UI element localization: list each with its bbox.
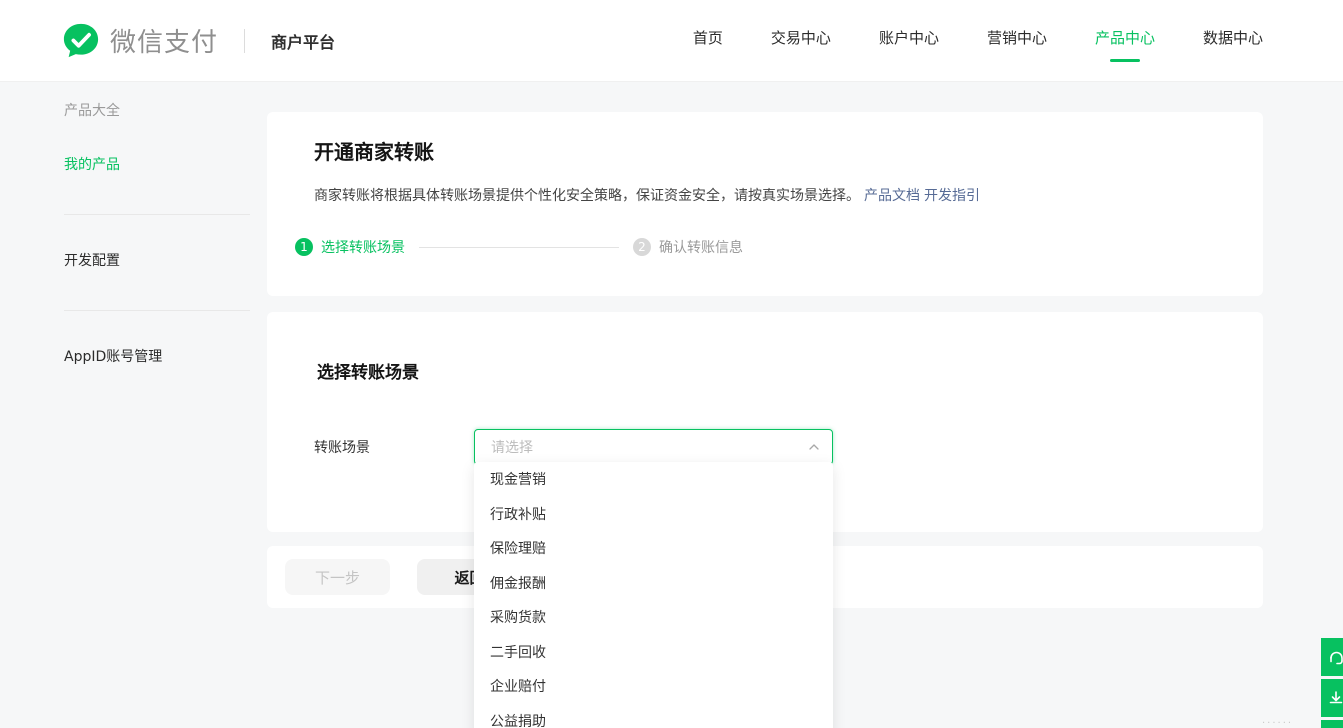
dropdown-option-admin-subsidy[interactable]: 行政补贴	[474, 497, 833, 532]
dev-guide-link[interactable]: 开发指引	[924, 188, 980, 204]
step-1-circle: 1	[295, 238, 313, 256]
dropdown-option-procurement[interactable]: 采购货款	[474, 600, 833, 635]
platform-title: 商户平台	[271, 29, 335, 53]
dropdown-option-commission[interactable]: 佣金报酬	[474, 566, 833, 601]
step-1-label: 选择转账场景	[321, 237, 405, 257]
scenario-form-row: 转账场景 请选择	[317, 429, 1263, 465]
step-2-label: 确认转账信息	[659, 237, 743, 257]
page-title: 开通商家转账	[314, 136, 1215, 165]
clipped-text-fragment: ......	[1262, 715, 1293, 726]
step-connector	[419, 247, 619, 248]
step-indicator: 1 选择转账场景 2 确认转账信息	[295, 237, 1215, 257]
product-doc-link[interactable]: 产品文档	[864, 188, 920, 204]
sidebar-item-my-products[interactable]: 我的产品	[64, 154, 250, 174]
side-nav: 产品大全 我的产品 开发配置 AppID账号管理	[64, 100, 250, 366]
next-step-button[interactable]: 下一步	[285, 559, 390, 595]
dropdown-option-enterprise-comp[interactable]: 企业赔付	[474, 669, 833, 704]
customer-service-button[interactable]	[1321, 638, 1343, 676]
nav-item-trade-center[interactable]: 交易中心	[771, 19, 831, 62]
wechat-pay-logo-icon	[62, 22, 100, 60]
step-2: 2 确认转账信息	[633, 237, 743, 257]
dropdown-option-secondhand[interactable]: 二手回收	[474, 635, 833, 670]
feedback-button[interactable]	[1321, 679, 1343, 717]
logo-wordmark: 微信支付	[110, 22, 218, 59]
panel-button[interactable]	[1321, 720, 1343, 728]
sidebar-item-appid-management[interactable]: AppID账号管理	[64, 346, 250, 366]
select-placeholder: 请选择	[491, 437, 808, 457]
intro-card: 开通商家转账 商家转账将根据具体转账场景提供个性化安全策略，保证资金安全，请按真…	[267, 112, 1263, 296]
scenario-dropdown: 现金营销 行政补贴 保险理赔 佣金报酬 采购货款 二手回收 企业赔付 公益捐助	[474, 462, 833, 728]
sidebar-divider	[64, 310, 250, 311]
nav-item-home[interactable]: 首页	[693, 19, 723, 62]
dropdown-option-insurance-claim[interactable]: 保险理赔	[474, 531, 833, 566]
scenario-field-label: 转账场景	[314, 437, 474, 457]
nav-item-account-center[interactable]: 账户中心	[879, 19, 939, 62]
form-heading: 选择转账场景	[317, 358, 1263, 383]
nav-item-marketing-center[interactable]: 营销中心	[987, 19, 1047, 62]
nav-item-data-center[interactable]: 数据中心	[1203, 19, 1263, 62]
dropdown-option-charity[interactable]: 公益捐助	[474, 704, 833, 728]
scenario-select[interactable]: 请选择	[474, 429, 833, 465]
customer-service-icon	[1327, 648, 1343, 666]
feedback-download-icon	[1327, 689, 1343, 707]
primary-nav: 首页 交易中心 账户中心 营销中心 产品中心 数据中心	[693, 19, 1263, 62]
sidebar-divider	[64, 214, 250, 215]
dropdown-option-cash-marketing[interactable]: 现金营销	[474, 462, 833, 497]
header-divider	[244, 29, 245, 53]
sidebar-item-dev-config[interactable]: 开发配置	[64, 250, 250, 270]
chevron-up-icon	[808, 441, 820, 453]
sidebar-item-product-catalog[interactable]: 产品大全	[64, 100, 250, 120]
nav-item-product-center[interactable]: 产品中心	[1095, 19, 1155, 62]
brand-logo[interactable]: 微信支付 商户平台	[62, 22, 335, 60]
description-text: 商家转账将根据具体转账场景提供个性化安全策略，保证资金安全，请按真实场景选择。	[314, 188, 860, 204]
step-1: 1 选择转账场景	[295, 237, 405, 257]
page-description: 商家转账将根据具体转账场景提供个性化安全策略，保证资金安全，请按真实场景选择。产…	[314, 186, 1215, 206]
step-2-circle: 2	[633, 238, 651, 256]
top-header: 微信支付 商户平台 首页 交易中心 账户中心 营销中心 产品中心 数据中心	[0, 0, 1343, 82]
floating-toolbar	[1321, 638, 1343, 728]
